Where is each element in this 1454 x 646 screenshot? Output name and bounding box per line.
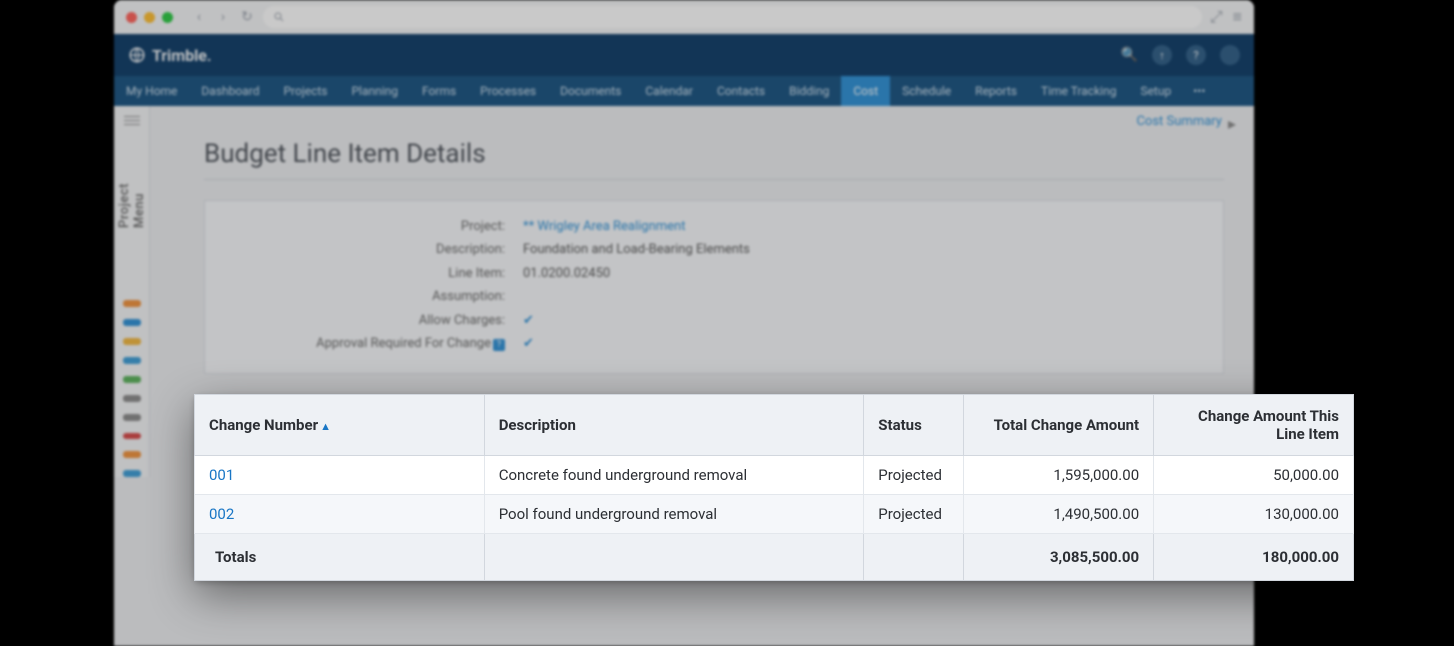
sidebar-icon-8[interactable] bbox=[123, 433, 141, 440]
info-panel: Project: ** Wrigley Area Realignment Desc… bbox=[204, 200, 1224, 374]
table-row: 002 Pool found underground removal Proje… bbox=[195, 495, 1354, 534]
label-approval: Approval Required For Change bbox=[316, 336, 491, 351]
nav-more[interactable]: ••• bbox=[1183, 76, 1215, 106]
nav-planning[interactable]: Planning bbox=[339, 76, 410, 106]
brand-logo[interactable]: Trimble. bbox=[128, 46, 211, 65]
nav-contacts[interactable]: Contacts bbox=[705, 76, 777, 106]
totals-total: 3,085,500.00 bbox=[964, 534, 1154, 581]
menu-icon[interactable]: ≡ bbox=[1233, 7, 1242, 27]
sidebar-icon-6[interactable] bbox=[123, 395, 141, 402]
nav-calendar[interactable]: Calendar bbox=[633, 76, 705, 106]
breadcrumb-cost-summary[interactable]: Cost Summary bbox=[1136, 114, 1222, 133]
nav-bidding[interactable]: Bidding bbox=[777, 76, 841, 106]
nav-projects[interactable]: Projects bbox=[271, 76, 339, 106]
cell-description: Concrete found underground removal bbox=[484, 456, 864, 495]
main-nav: My Home Dashboard Projects Planning Form… bbox=[114, 76, 1254, 106]
sidebar-icon-1[interactable] bbox=[123, 300, 141, 307]
page-title: Budget Line Item Details bbox=[204, 139, 1224, 180]
label-allow-charges: Allow Charges: bbox=[225, 309, 505, 332]
brand-text: Trimble. bbox=[152, 46, 211, 65]
browser-chrome: ‹ › ↻ ⤢ ≡ bbox=[114, 0, 1254, 34]
sidebar-icon-9[interactable] bbox=[123, 451, 141, 458]
app-header: Trimble. 🔍 ↑ ? bbox=[114, 34, 1254, 76]
table-row: 001 Concrete found underground removal P… bbox=[195, 456, 1354, 495]
hamburger-icon[interactable] bbox=[124, 120, 140, 121]
cell-description: Pool found underground removal bbox=[484, 495, 864, 534]
nav-setup[interactable]: Setup bbox=[1128, 76, 1183, 106]
totals-label: Totals bbox=[195, 534, 485, 581]
commitment-changes-table: Change Number▲ Description Status Total … bbox=[194, 394, 1354, 581]
minimize-icon[interactable] bbox=[144, 12, 155, 23]
label-project: Project: bbox=[225, 215, 505, 238]
cell-line: 130,000.00 bbox=[1154, 495, 1354, 534]
sidebar-icon-7[interactable] bbox=[123, 414, 141, 421]
avatar[interactable] bbox=[1220, 45, 1240, 65]
nav-cost[interactable]: Cost bbox=[841, 76, 890, 106]
th-description[interactable]: Description bbox=[484, 395, 864, 456]
totals-line: 180,000.00 bbox=[1154, 534, 1354, 581]
reload-icon[interactable]: ↻ bbox=[239, 9, 255, 25]
label-assumption: Assumption: bbox=[225, 285, 505, 308]
cell-total: 1,595,000.00 bbox=[964, 456, 1154, 495]
sidebar-icon-5[interactable] bbox=[123, 376, 141, 383]
nav-forms[interactable]: Forms bbox=[410, 76, 468, 106]
nav-schedule[interactable]: Schedule bbox=[890, 76, 963, 106]
label-description: Description: bbox=[225, 238, 505, 261]
cell-status: Projected bbox=[864, 456, 964, 495]
up-arrow-icon[interactable]: ↑ bbox=[1152, 45, 1172, 65]
nav-processes[interactable]: Processes bbox=[468, 76, 548, 106]
th-change-number[interactable]: Change Number▲ bbox=[195, 395, 485, 456]
cell-status: Projected bbox=[864, 495, 964, 534]
nav-documents[interactable]: Documents bbox=[548, 76, 633, 106]
project-menu-label: Project Menu bbox=[117, 183, 147, 228]
check-icon: ✔ bbox=[523, 332, 534, 355]
nav-dashboard[interactable]: Dashboard bbox=[189, 76, 271, 106]
th-total-change-amount[interactable]: Total Change Amount bbox=[964, 395, 1154, 456]
close-icon[interactable] bbox=[126, 12, 137, 23]
th-change-number-label: Change Number bbox=[209, 416, 318, 434]
sidebar-icon-3[interactable] bbox=[123, 338, 141, 345]
help-icon[interactable]: ? bbox=[493, 339, 505, 351]
th-status[interactable]: Status bbox=[864, 395, 964, 456]
search-icon[interactable]: 🔍 bbox=[1121, 47, 1138, 63]
window-controls[interactable] bbox=[126, 12, 173, 23]
totals-row: Totals 3,085,500.00 180,000.00 bbox=[195, 534, 1354, 581]
globe-icon bbox=[128, 46, 146, 64]
back-icon[interactable]: ‹ bbox=[191, 9, 207, 25]
maximize-icon[interactable] bbox=[162, 12, 173, 23]
check-icon: ✔ bbox=[523, 309, 534, 332]
chevron-right-icon: ▸ bbox=[1228, 114, 1236, 133]
nav-reports[interactable]: Reports bbox=[963, 76, 1029, 106]
cell-line: 50,000.00 bbox=[1154, 456, 1354, 495]
cell-total: 1,490,500.00 bbox=[964, 495, 1154, 534]
th-change-amount-line[interactable]: Change Amount This Line Item bbox=[1154, 395, 1354, 456]
url-bar[interactable] bbox=[263, 6, 1202, 28]
sidebar-icon-4[interactable] bbox=[123, 357, 141, 364]
search-icon bbox=[273, 11, 285, 23]
sort-asc-icon: ▲ bbox=[320, 420, 331, 433]
forward-icon[interactable]: › bbox=[215, 9, 231, 25]
help-icon[interactable]: ? bbox=[1186, 45, 1206, 65]
change-number-link[interactable]: 002 bbox=[209, 505, 234, 523]
value-project[interactable]: ** Wrigley Area Realignment bbox=[523, 215, 686, 238]
nav-time-tracking[interactable]: Time Tracking bbox=[1029, 76, 1128, 106]
expand-icon[interactable]: ⤢ bbox=[1210, 7, 1223, 27]
sidebar-icon-2[interactable] bbox=[123, 319, 141, 326]
value-line-item: 01.0200.02450 bbox=[523, 262, 610, 285]
change-number-link[interactable]: 001 bbox=[209, 466, 234, 484]
sidebar-icon-10[interactable] bbox=[123, 470, 141, 477]
value-description: Foundation and Load-Bearing Elements bbox=[523, 238, 750, 261]
nav-my-home[interactable]: My Home bbox=[114, 76, 189, 106]
label-line-item: Line Item: bbox=[225, 262, 505, 285]
project-menu-sidebar: Project Menu bbox=[114, 106, 150, 477]
